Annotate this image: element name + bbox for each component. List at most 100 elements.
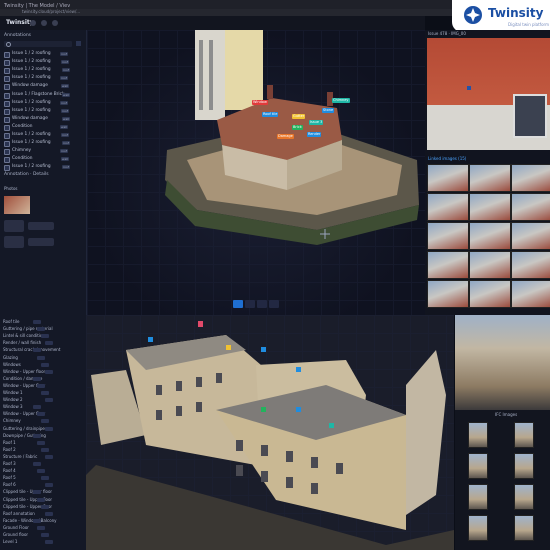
checkbox[interactable] — [4, 141, 10, 148]
checkbox[interactable] — [4, 100, 10, 107]
annotation-item[interactable]: Issue 1 / 2 roofing roof — [4, 108, 82, 115]
property-value[interactable] — [37, 327, 45, 332]
annotation-item[interactable]: Issue 1 / Flagstone Brick wall — [4, 92, 82, 99]
annotation-label[interactable]: Gutter — [292, 114, 306, 119]
property-value[interactable] — [33, 462, 41, 466]
checkbox[interactable] — [4, 84, 10, 91]
axis-gizmo-icon[interactable] — [319, 228, 331, 240]
photo-thumbnail[interactable] — [469, 193, 511, 221]
annotation-item[interactable]: Chimney roof — [4, 148, 82, 156]
photo-thumbnail[interactable] — [469, 222, 511, 250]
photo-thumbnail[interactable] — [469, 280, 511, 308]
annotation-label[interactable]: Render — [307, 132, 322, 137]
annotation-item[interactable]: Issue 1 / 2 roofing roof — [4, 164, 82, 172]
checkbox[interactable] — [4, 116, 10, 123]
image-thumbnail[interactable] — [514, 515, 534, 541]
annotation-marker[interactable] — [148, 337, 153, 342]
property-value[interactable] — [37, 440, 45, 445]
photo-thumbnail[interactable] — [427, 222, 469, 250]
checkbox[interactable] — [4, 92, 10, 99]
settings-tool-button[interactable] — [269, 300, 279, 308]
annotation-item[interactable]: Condition wall — [4, 156, 82, 164]
checkbox[interactable] — [4, 157, 10, 164]
annotation-marker[interactable] — [329, 423, 334, 428]
annotation-item[interactable]: Issue 1 / 2 roofing roof — [4, 67, 82, 75]
annotation-label[interactable]: Chimney — [332, 98, 350, 103]
annotation-item[interactable]: Window damage wall — [4, 83, 82, 91]
property-value[interactable] — [33, 320, 41, 324]
property-value[interactable] — [33, 433, 41, 438]
annotation-label[interactable]: Stone — [322, 108, 335, 113]
property-value[interactable] — [41, 362, 49, 367]
property-value[interactable] — [45, 511, 53, 516]
checkbox[interactable] — [4, 52, 10, 58]
annotation-marker[interactable] — [261, 347, 266, 352]
photo-thumbnail[interactable] — [469, 251, 511, 279]
checkbox[interactable] — [4, 165, 10, 172]
photo-thumbnail[interactable] — [511, 280, 550, 308]
property-value[interactable] — [41, 391, 49, 395]
filter-icon[interactable] — [76, 41, 81, 46]
checkbox[interactable] — [4, 149, 10, 156]
3d-viewport-top[interactable]: Window Roof tile Gutter Issue 3 Stone Brick Ch… — [87, 30, 425, 315]
annotation-marker[interactable] — [198, 321, 203, 327]
photo-thumbnail[interactable] — [511, 222, 550, 250]
photo-thumbnail[interactable] — [511, 251, 550, 279]
property-value[interactable] — [45, 426, 53, 431]
property-value[interactable] — [37, 355, 45, 360]
measure-tool-button[interactable] — [245, 300, 255, 308]
3d-viewport-bottom[interactable] — [86, 315, 454, 550]
checkbox[interactable] — [4, 68, 10, 75]
checkbox[interactable] — [4, 60, 10, 67]
annotation-item[interactable]: Condition wall — [4, 124, 82, 131]
property-value[interactable] — [33, 376, 41, 381]
property-value[interactable] — [33, 348, 41, 353]
property-value[interactable] — [37, 525, 45, 530]
checkbox[interactable] — [4, 124, 10, 131]
annotation-marker[interactable] — [296, 367, 301, 372]
address-url[interactable]: twinsity.cloud/project/view/... — [22, 9, 80, 14]
image-thumbnail[interactable] — [468, 422, 488, 448]
property-value[interactable] — [37, 469, 45, 474]
image-thumbnail[interactable] — [514, 484, 534, 510]
property-value[interactable] — [33, 490, 41, 495]
annotation-item[interactable]: Issue 1 / 2 roofing roof — [4, 59, 82, 67]
annotation-item[interactable]: Issue 1 / 2 roofing roof — [4, 51, 82, 58]
property-row[interactable]: Level 1 — [3, 538, 83, 546]
annotation-item[interactable]: Issue 1 / 2 roofing roof — [4, 75, 82, 83]
property-value[interactable] — [41, 447, 49, 452]
image-thumbnail[interactable] — [468, 453, 488, 479]
property-value[interactable] — [45, 483, 53, 488]
home-icon[interactable] — [30, 20, 36, 26]
property-value[interactable] — [33, 518, 41, 523]
annotation-label[interactable]: Brick — [292, 125, 303, 130]
view-icon[interactable] — [41, 20, 47, 26]
photo-thumbnail[interactable] — [427, 251, 469, 279]
property-value[interactable] — [37, 497, 45, 502]
photo-thumbnail[interactable] — [427, 164, 469, 192]
photo-thumbnail[interactable] — [511, 164, 550, 192]
annotation-photo[interactable] — [4, 196, 30, 214]
annotate-tool-button[interactable] — [257, 300, 267, 308]
photo-thumbnail[interactable] — [511, 193, 550, 221]
property-value[interactable] — [45, 454, 53, 459]
photo-thumbnail[interactable] — [427, 193, 469, 221]
property-value[interactable] — [33, 405, 41, 410]
property-value[interactable] — [37, 412, 45, 417]
property-value[interactable] — [41, 504, 49, 509]
annotation-label[interactable]: Issue 3 — [309, 120, 324, 125]
property-value[interactable] — [45, 540, 53, 545]
image-thumbnail[interactable] — [514, 453, 534, 479]
property-value[interactable] — [45, 369, 53, 374]
checkbox[interactable] — [4, 76, 10, 83]
annotation-marker[interactable] — [261, 407, 266, 412]
checkbox[interactable] — [4, 108, 10, 115]
property-value[interactable] — [45, 398, 53, 403]
annotation-marker[interactable] — [296, 407, 301, 412]
checkbox[interactable] — [4, 133, 10, 139]
annotation-item[interactable]: Issue 1 / 2 roofing roof — [4, 132, 82, 139]
search-input[interactable] — [4, 41, 72, 47]
main-photo[interactable] — [427, 38, 550, 150]
photo-thumbnail[interactable] — [427, 280, 469, 308]
image-thumbnail[interactable] — [468, 484, 488, 510]
